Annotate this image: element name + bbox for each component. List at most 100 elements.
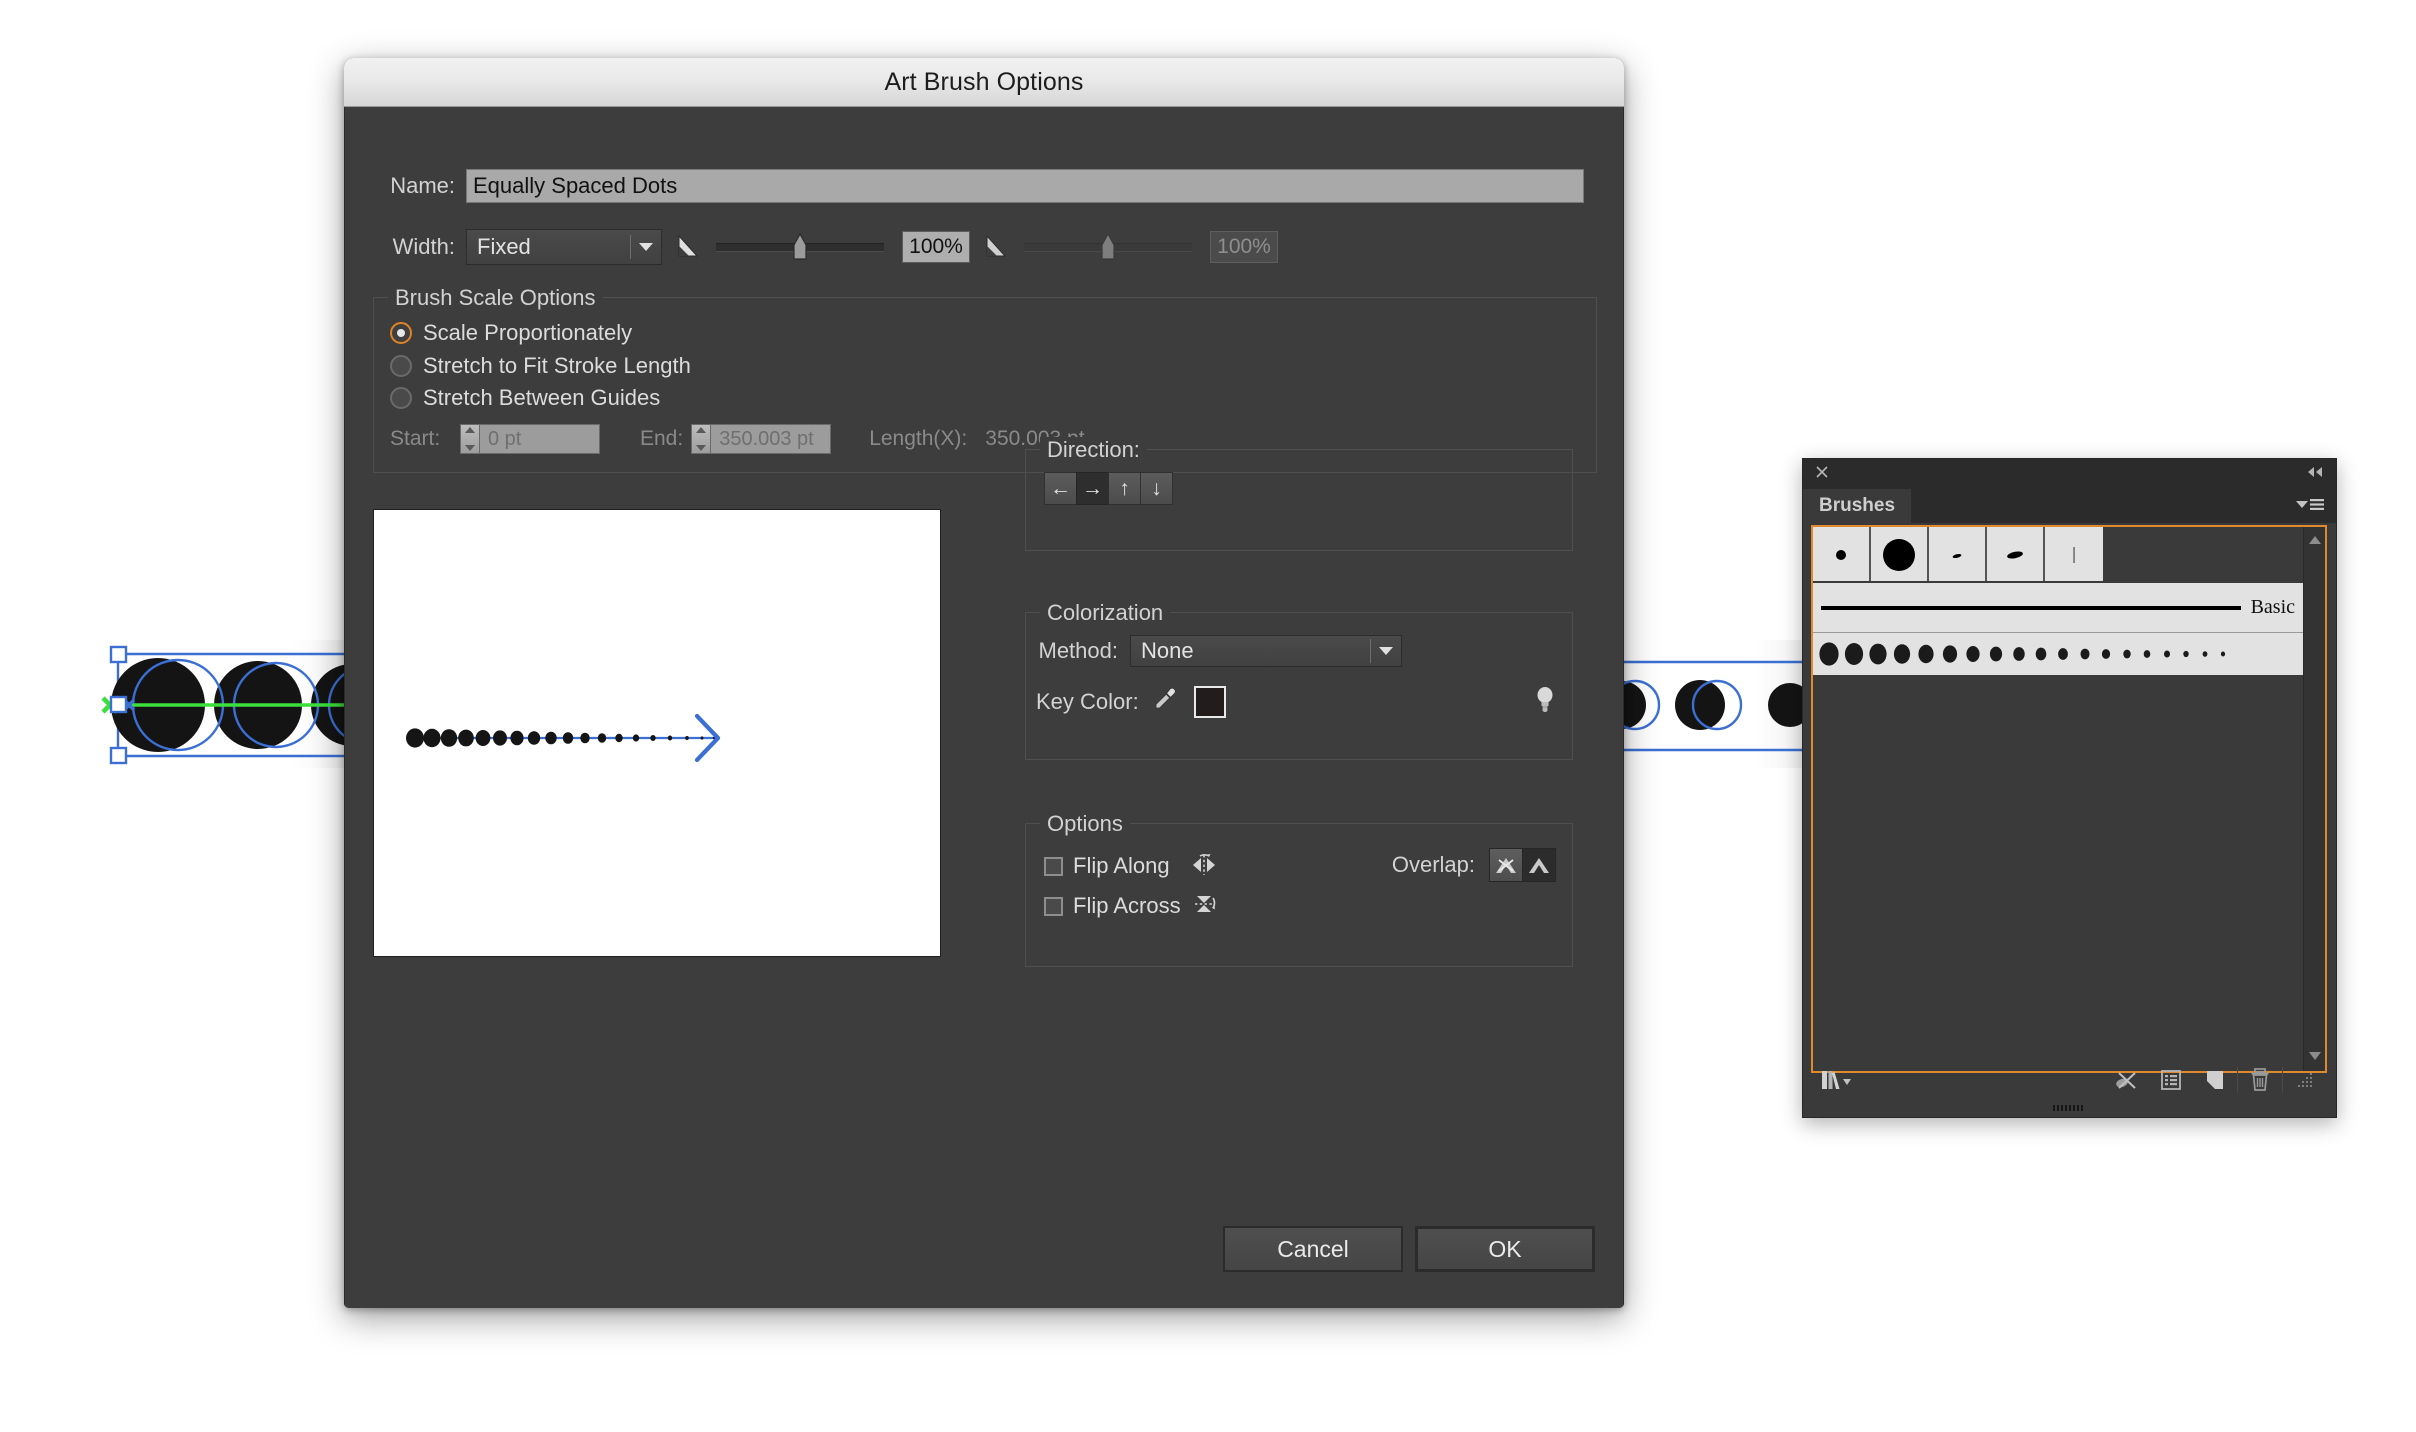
collapse-panel-icon[interactable] (2305, 465, 2325, 484)
options-group: Options Flip Along Flip Across Overlap: (1025, 811, 1573, 967)
stepper-arrows-icon (692, 425, 712, 453)
width-percent-field-1[interactable]: 100% (902, 231, 970, 263)
brush-basic-row[interactable]: Basic (1813, 583, 2303, 633)
overlap-allow-button[interactable] (1522, 848, 1556, 882)
colorization-method-value: None (1141, 638, 1194, 663)
arrow-right-icon: → (1082, 477, 1103, 500)
width-type-dropdown[interactable]: Fixed (466, 229, 662, 265)
panel-bottom-toolbar (1811, 1063, 2327, 1097)
width-slider-2-group: 100% (970, 231, 1278, 263)
brushes-scroll-area: Basic (1813, 527, 2303, 1071)
brush-swatch-thin-line[interactable] (2045, 527, 2103, 581)
panel-tab-bar: Brushes (1803, 489, 2336, 523)
flip-across-checkbox[interactable] (1044, 896, 1063, 916)
width-profile-end-icon (984, 232, 1014, 262)
delete-brush-trash-icon[interactable] (2238, 1067, 2282, 1093)
new-brush-icon[interactable] (2193, 1068, 2237, 1092)
colorization-title: Colorization (1040, 600, 1171, 626)
panel-menu-icon[interactable] (2294, 496, 2326, 514)
basic-label: Basic (2250, 596, 2295, 618)
direction-title: Direction: (1040, 437, 1147, 463)
direction-up-button[interactable]: ↑ (1108, 472, 1141, 505)
width-label: Width: (392, 234, 455, 259)
panel-resize-grip-icon[interactable] (2283, 1070, 2327, 1090)
width-row: Width: Fixed 100% 100% (373, 229, 1597, 265)
width-slider-1-thumb[interactable] (791, 232, 809, 262)
art-brush-options-dialog: Art Brush Options Name: Equally Spaced D… (344, 58, 1624, 1308)
end-value: 350.003 pt (719, 427, 814, 450)
chevron-down-icon (631, 242, 661, 252)
brushes-panel: Brushes Basic (1802, 458, 2337, 1118)
preview-artwork (406, 713, 721, 763)
dialog-button-row: Cancel OK (1223, 1226, 1595, 1272)
key-color-label: Key Color: (1036, 688, 1139, 714)
screen-root: Art Brush Options Name: Equally Spaced D… (0, 0, 2416, 1432)
overlap-label: Overlap: (1391, 852, 1475, 877)
cancel-button[interactable]: Cancel (1223, 1226, 1403, 1272)
flip-along-row[interactable]: Flip Along (1044, 846, 1219, 886)
ok-button[interactable]: OK (1415, 1226, 1595, 1272)
name-label: Name: (390, 173, 455, 198)
brush-name-input[interactable]: Equally Spaced Dots (466, 169, 1584, 203)
colorization-method-dropdown[interactable]: None (1130, 635, 1402, 667)
remove-brush-stroke-icon[interactable] (2105, 1068, 2149, 1092)
flip-along-checkbox[interactable] (1044, 856, 1063, 876)
radio-stretch-to-fit-stroke-length[interactable]: Stretch to Fit Stroke Length (390, 350, 691, 382)
brush-swatch-large-circle[interactable] (1871, 527, 1929, 581)
overlap-prevent-button[interactable] (1489, 848, 1523, 882)
end-stepper: 350.003 pt (691, 424, 832, 454)
brush-equally-spaced-dots-row[interactable] (1813, 633, 2303, 675)
brush-libraries-menu-icon[interactable] (1811, 1067, 1853, 1093)
direction-left-button[interactable]: ← (1044, 472, 1077, 505)
tips-lightbulb-icon[interactable] (1534, 685, 1556, 718)
panel-bottom-right-icons (2105, 1067, 2327, 1093)
brush-swatch-comma-dash[interactable] (1987, 527, 2045, 581)
direction-down-button[interactable]: ↓ (1140, 472, 1173, 505)
flip-along-label: Flip Along (1073, 853, 1170, 878)
key-color-swatch[interactable] (1194, 685, 1226, 718)
end-label: End: (640, 427, 684, 450)
brush-swatch-tiny-dash[interactable] (1929, 527, 1987, 581)
radio-button-icon (390, 355, 412, 377)
arrow-down-icon: ↓ (1151, 477, 1162, 500)
start-stepper: 0 pt (460, 424, 600, 454)
radio-label: Stretch Between Guides (423, 385, 661, 410)
flip-across-icon (1191, 890, 1219, 923)
name-row: Name: Equally Spaced Dots (373, 169, 1597, 203)
arrow-up-icon: ↑ (1119, 477, 1130, 500)
start-value: 0 pt (488, 427, 522, 450)
scroll-up-arrow-icon[interactable] (2308, 532, 2322, 550)
colorization-group: Colorization Method: None Key Color: (1025, 600, 1573, 760)
width-slider-1-group: 100% (662, 231, 970, 263)
brushes-scrollbar[interactable] (2303, 527, 2325, 1071)
dialog-body: Name: Equally Spaced Dots Width: Fixed 1… (344, 107, 1624, 1308)
chevron-down-icon (1371, 646, 1401, 656)
basic-stroke-preview (1821, 605, 2241, 610)
direction-group: Direction: ← → ↑ ↓ (1025, 437, 1573, 551)
direction-right-button[interactable]: → (1076, 472, 1109, 505)
dialog-titlebar: Art Brush Options (344, 58, 1624, 107)
flip-along-icon (1190, 850, 1218, 883)
radio-button-icon (390, 387, 412, 409)
eyedropper-icon[interactable] (1152, 686, 1178, 717)
dialog-title: Art Brush Options (884, 67, 1084, 96)
panel-drag-grip[interactable] (1811, 1101, 2327, 1115)
close-icon[interactable] (1814, 464, 1830, 485)
width-percent-field-2: 100% (1210, 231, 1278, 263)
options-title: Options (1040, 811, 1130, 837)
brush-swatch-small-dot[interactable] (1813, 527, 1871, 581)
brush-options-icon[interactable] (2149, 1068, 2193, 1092)
flip-across-row[interactable]: Flip Across (1044, 886, 1219, 926)
equally-spaced-dots-preview (1819, 642, 2226, 666)
width-slider-1-track[interactable] (716, 232, 884, 260)
radio-stretch-between-guides[interactable]: Stretch Between Guides (390, 382, 691, 414)
radio-label: Stretch to Fit Stroke Length (423, 353, 691, 378)
width-slider-2-thumb (1099, 232, 1117, 262)
length-label: Length(X): (869, 427, 968, 450)
radio-scale-proportionately[interactable]: Scale Proportionately (390, 316, 691, 350)
radio-label: Scale Proportionately (423, 320, 633, 345)
tab-brushes[interactable]: Brushes (1803, 489, 1912, 523)
width-slider-2-track (1024, 232, 1192, 260)
panel-topbar (1803, 459, 2336, 489)
stepper-arrows-icon (461, 425, 480, 453)
